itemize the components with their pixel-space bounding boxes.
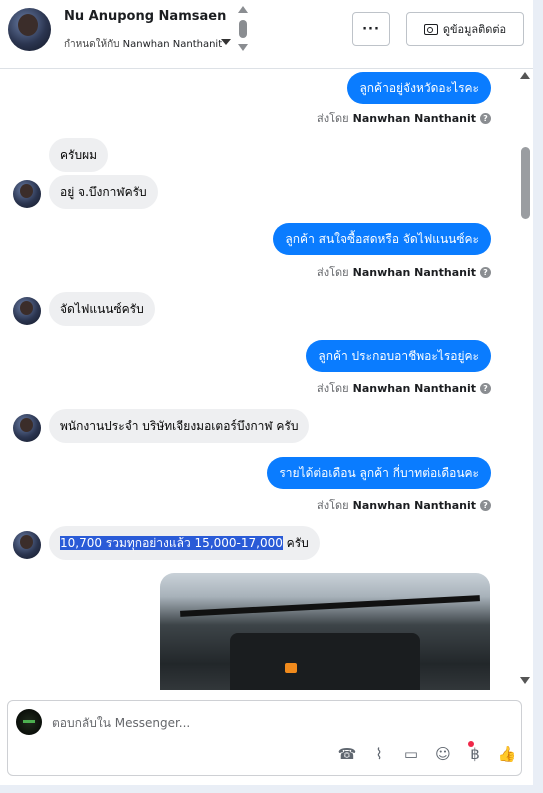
sender-avatar[interactable] [13, 414, 41, 442]
message-thread[interactable]: ลูกค้าอยู่จังหวัดอะไรคะ ส่งโดย Nanwhan N… [0, 70, 520, 690]
page-avatar [16, 709, 42, 735]
reply-input[interactable] [52, 714, 352, 732]
photo-detail [180, 595, 480, 617]
help-icon[interactable]: ? [480, 382, 491, 394]
selected-text[interactable]: 10,700 รวมทุกอย่างแล้ว 15,000-17,000 [60, 536, 283, 550]
next-conversation-icon[interactable] [238, 44, 248, 51]
incoming-message[interactable]: จัดไฟแนนซ์ครับ [49, 292, 155, 326]
photo-detail [230, 633, 420, 690]
sent-by-label: ส่งโดย Nanwhan Nanthanit ? [317, 263, 491, 281]
composer-toolbar: ☎ ⌇ ▭ ☺ ฿ 👍 [328, 743, 518, 767]
view-contact-info-label: ดูข้อมูลติดต่อ [442, 23, 507, 36]
window-edge [0, 785, 543, 793]
view-contact-info-button[interactable]: ดูข้อมูลติดต่อ [406, 12, 524, 46]
help-icon[interactable]: ? [480, 266, 491, 278]
reply-composer: ☎ ⌇ ▭ ☺ ฿ 👍 [7, 700, 522, 776]
incoming-message[interactable]: ครับผม [49, 138, 109, 172]
sender-avatar[interactable] [13, 180, 41, 208]
chevron-down-icon[interactable] [221, 39, 231, 45]
previous-conversation-icon[interactable] [238, 6, 248, 13]
sent-by-label: ส่งโดย Nanwhan Nanthanit ? [317, 496, 491, 514]
outgoing-message[interactable]: รายได้ต่อเดือน ลูกค้า กี่บาทต่อเดือนคะ [267, 457, 491, 489]
sent-by-name: Nanwhan Nanthanit [352, 265, 476, 279]
saved-reply-icon[interactable]: ▭ [400, 743, 422, 765]
sent-by-prefix: ส่งโดย [317, 382, 349, 395]
assign-prefix: กำหนดให้กับ [64, 39, 120, 50]
like-icon[interactable]: 👍 [496, 743, 518, 765]
conversation-header: Nu Anupong Namsaen กำหนดให้กับ Nanwhan N… [0, 0, 533, 69]
sender-avatar[interactable] [13, 531, 41, 559]
sent-by-name: Nanwhan Nanthanit [352, 498, 476, 512]
sent-by-label: ส่งโดย Nanwhan Nanthanit ? [317, 109, 491, 127]
sent-by-name: Nanwhan Nanthanit [352, 381, 476, 395]
messenger-conversation-panel: Nu Anupong Namsaen กำหนดให้กับ Nanwhan N… [0, 0, 543, 793]
conversation-nav [237, 6, 249, 54]
incoming-message[interactable]: 10,700 รวมทุกอย่างแล้ว 15,000-17,000 ครั… [49, 526, 320, 560]
window-edge [533, 0, 543, 793]
sent-by-prefix: ส่งโดย [317, 499, 349, 512]
contact-avatar[interactable] [8, 8, 51, 51]
notification-dot [468, 741, 474, 747]
contact-name[interactable]: Nu Anupong Namsaen [64, 9, 226, 24]
incoming-message[interactable]: พนักงานประจำ บริษัทเจียงมอเตอร์บึงกาฬ คร… [49, 409, 310, 443]
assignee-selector[interactable]: กำหนดให้กับ Nanwhan Nanthanit [64, 37, 222, 52]
outgoing-message[interactable]: ลูกค้า ประกอบอาชีพอะไรอยู่คะ [306, 340, 491, 372]
conversation-nav-handle[interactable] [239, 20, 247, 38]
sent-by-label: ส่งโดย Nanwhan Nanthanit ? [317, 379, 491, 397]
contact-card-icon [423, 23, 438, 35]
message-text: ครับ [282, 536, 309, 550]
assignee-name: Nanwhan Nanthanit [122, 39, 223, 50]
attachment-icon[interactable]: ⌇ [368, 743, 390, 765]
scroll-up-arrow-icon[interactable] [520, 72, 530, 79]
help-icon[interactable]: ? [480, 112, 491, 124]
emoji-icon[interactable]: ☺ [432, 743, 454, 765]
more-options-button[interactable]: ··· [352, 12, 390, 46]
help-icon[interactable]: ? [480, 499, 491, 511]
outgoing-message[interactable]: ลูกค้าอยู่จังหวัดอะไรคะ [347, 72, 491, 104]
outgoing-message[interactable]: ลูกค้า สนใจซื้อสดหรือ จัดไฟแนนซ์คะ [273, 223, 491, 255]
sent-by-prefix: ส่งโดย [317, 112, 349, 125]
attached-photo[interactable] [160, 573, 490, 690]
photo-detail [285, 663, 297, 673]
call-icon[interactable]: ☎ [336, 743, 358, 765]
sender-avatar[interactable] [13, 297, 41, 325]
payment-icon[interactable]: ฿ [464, 743, 486, 765]
sent-by-prefix: ส่งโดย [317, 266, 349, 279]
scroll-down-arrow-icon[interactable] [520, 677, 530, 684]
scrollbar-thumb[interactable] [521, 147, 530, 219]
incoming-message[interactable]: อยู่ จ.บึงกาฬครับ [49, 175, 158, 209]
sent-by-name: Nanwhan Nanthanit [352, 111, 476, 125]
